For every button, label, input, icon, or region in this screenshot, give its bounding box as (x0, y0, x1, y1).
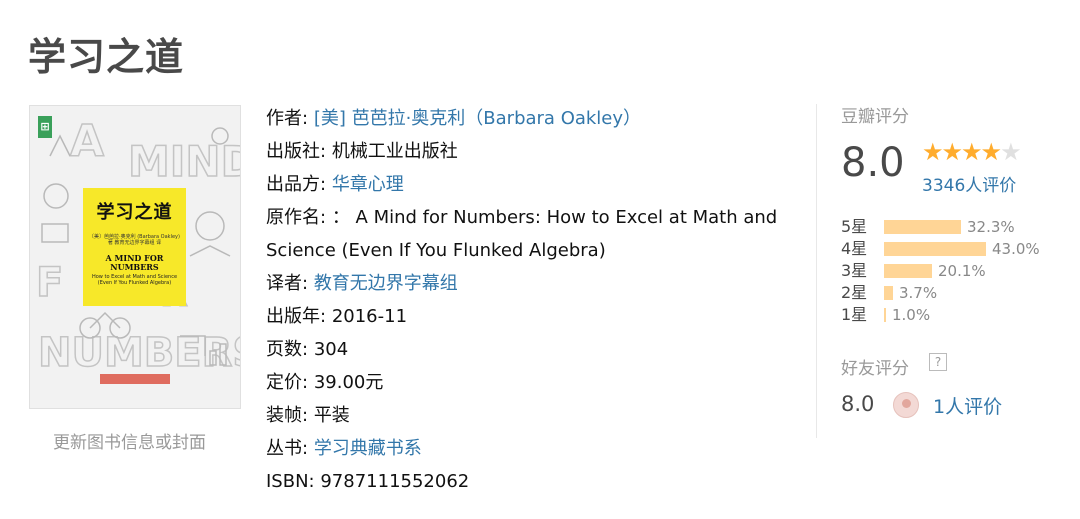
rating-row-percent: 43.0% (992, 240, 1040, 258)
friend-avatar[interactable] (893, 392, 919, 418)
section-divider (816, 104, 817, 438)
original-title-value: ： A Mind for Numbers: How to Excel at Ma… (331, 207, 778, 228)
series-link[interactable]: 学习典藏书系 (314, 438, 422, 459)
info-publisher: 出版社: 机械工业出版社 (266, 141, 458, 162)
svg-text:A: A (70, 116, 104, 167)
isbn-value: 9787111552062 (320, 471, 470, 492)
price-value: 39.00元 (313, 372, 384, 393)
binding-value: 平装 (313, 405, 350, 426)
help-icon[interactable]: ? (929, 353, 947, 371)
cover-english-title: A MIND FOR NUMBERS (105, 253, 164, 272)
svg-text:MIND: MIND (128, 137, 241, 186)
rating-row-percent: 1.0% (892, 306, 931, 324)
info-producer: 出品方: 华章心理 (266, 174, 404, 195)
producer-link[interactable]: 华章心理 (332, 174, 404, 195)
pages-value: 304 (313, 339, 349, 360)
info-original-title-cont: Science (Even If You Flunked Algebra) (266, 234, 806, 267)
book-cover[interactable]: A MIND F R NUMBERS ⊞ 学习之道 〔美〕芭芭拉·奥克利 (Ba… (29, 105, 241, 409)
rating-row-label: 4星 (841, 239, 868, 258)
douban-rating-label: 豆瓣评分 (841, 107, 909, 127)
author-link[interactable]: [美] 芭芭拉·奥克利（Barbara Oakley） (314, 108, 641, 129)
rating-row-2-star: 2星 3.7% (841, 282, 1061, 304)
rating-row-bar (884, 264, 932, 278)
cover-title-panel: 学习之道 〔美〕芭芭拉·奥克利 (Barbara Oakley) 著 教育无边界… (83, 188, 186, 306)
rating-row-label: 2星 (841, 283, 868, 302)
rating-row-label: 1星 (841, 305, 868, 324)
rating-row-label: 3星 (841, 261, 868, 280)
friend-rating-label: 好友评分 (841, 359, 909, 379)
rating-row-1-star: 1星 1.0% (841, 304, 1061, 326)
rating-row-percent: 20.1% (938, 262, 986, 280)
update-cover-link[interactable]: 更新图书信息或封面 (53, 428, 206, 453)
rating-stars: ★★★★★ (922, 138, 1022, 166)
rating-row-3-star: 3星 20.1% (841, 260, 1061, 282)
rating-row-bar (884, 286, 893, 300)
original-title-value-2: Science (Even If You Flunked Algebra) (266, 240, 606, 261)
info-binding: 装帧: 平装 (266, 405, 350, 426)
cover-english-subtitle: How to Excel at Math and Science (Even I… (91, 274, 178, 286)
friend-score: 8.0 (841, 392, 875, 416)
rating-row-percent: 32.3% (967, 218, 1015, 236)
info-price: 定价: 39.00元 (266, 372, 384, 393)
rating-row-bar (884, 220, 961, 234)
star-empty-icon: ★ (1000, 138, 1021, 166)
rating-row-bar (884, 242, 986, 256)
cover-title: 学习之道 (96, 202, 173, 223)
book-info: 作者: [美] 芭芭拉·奥克利（Barbara Oakley） 出版社: 机械工… (266, 102, 806, 498)
info-original-title: 原作名: ： A Mind for Numbers: How to Excel … (266, 207, 778, 228)
info-isbn: ISBN: 9787111552062 (266, 471, 470, 492)
cover-publisher-mark (100, 374, 170, 384)
svg-text:F: F (36, 260, 63, 306)
info-year: 出版年: 2016-11 (266, 306, 408, 327)
info-pages: 页数: 304 (266, 339, 349, 360)
rating-row-percent: 3.7% (899, 284, 938, 302)
star-filled-icon: ★ (980, 138, 1002, 166)
info-author: 作者: [美] 芭芭拉·奥克利（Barbara Oakley） (266, 108, 642, 129)
rating-row-4-star: 4星 43.0% (841, 238, 1061, 260)
publisher-logo-icon: ⊞ (38, 116, 52, 138)
info-series: 丛书: 学习典藏书系 (266, 438, 422, 459)
star-filled-icon: ★ (941, 138, 963, 166)
translator-link[interactable]: 教育无边界字幕组 (314, 273, 458, 294)
page-title: 学习之道 (28, 35, 185, 79)
friend-count-link[interactable]: 1人评价 (933, 392, 1002, 419)
rating-row-bar (884, 308, 886, 322)
rating-count-link[interactable]: 3346人评价 (922, 171, 1016, 196)
info-translator: 译者: 教育无边界字幕组 (266, 273, 458, 294)
star-filled-icon: ★ (922, 138, 943, 166)
cover-author: 〔美〕芭芭拉·奥克利 (Barbara Oakley) 著 教育无边界字幕组 译 (89, 234, 180, 246)
star-filled-icon: ★ (961, 138, 982, 166)
year-value: 2016-11 (331, 306, 408, 327)
douban-score: 8.0 (841, 140, 905, 186)
rating-row-5-star: 5星 32.3% (841, 216, 1061, 238)
rating-row-label: 5星 (841, 217, 868, 236)
publisher-value: 机械工业出版社 (331, 141, 458, 162)
